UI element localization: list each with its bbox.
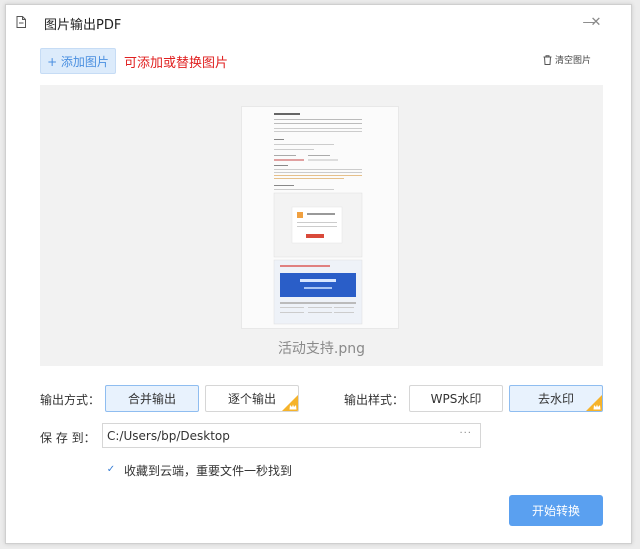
output-mode-label: 输出方式：: [40, 393, 101, 407]
save-to-label: 保 存 到：: [40, 431, 96, 445]
remove-watermark-label: 去水印: [537, 392, 574, 406]
close-button[interactable]: ✕: [588, 14, 604, 30]
save-path-value: C:/Users/bp/Desktop: [107, 428, 230, 443]
document-icon: [16, 16, 26, 28]
browse-button[interactable]: ···: [459, 428, 472, 439]
clear-images-button[interactable]: 清空图片: [543, 53, 591, 66]
wps-watermark-label: WPS水印: [430, 392, 482, 406]
save-path-field[interactable]: C:/Users/bp/Desktop ···: [102, 423, 481, 448]
separate-output-button[interactable]: 逐个输出: [205, 385, 299, 412]
trash-icon: [543, 54, 552, 65]
title-bar: 图片输出PDF — ✕: [6, 5, 631, 39]
merge-output-button[interactable]: 合并输出: [105, 385, 199, 412]
add-hint-text: 可添加或替换图片: [124, 56, 229, 71]
wps-watermark-button[interactable]: WPS水印: [409, 385, 503, 412]
page-thumbnail-graphic: [242, 107, 398, 328]
image-thumbnail[interactable]: [241, 106, 399, 329]
start-convert-button[interactable]: 开始转换: [509, 495, 603, 526]
crown-icon: [289, 404, 297, 410]
separate-output-label: 逐个输出: [227, 392, 276, 406]
add-image-button[interactable]: + 添加图片: [40, 48, 116, 74]
crown-icon: [593, 404, 601, 410]
clear-images-label: 清空图片: [555, 56, 592, 66]
cloud-save-label: 收藏到云端，重要文件一秒找到: [124, 464, 293, 478]
pdf-export-dialog: 图片输出PDF — ✕ + 添加图片 可添加或替换图片 清空图片 活动支持.pn…: [5, 4, 632, 544]
cloud-save-checkbox[interactable]: ✓: [106, 464, 116, 475]
remove-watermark-button[interactable]: 去水印: [509, 385, 603, 412]
window-title: 图片输出PDF: [44, 18, 122, 33]
preview-filename: 活动支持.png: [277, 341, 366, 357]
merge-output-label: 合并输出: [127, 392, 176, 406]
output-style-label: 输出样式：: [344, 393, 405, 407]
image-preview-area: 活动支持.png: [40, 85, 603, 366]
